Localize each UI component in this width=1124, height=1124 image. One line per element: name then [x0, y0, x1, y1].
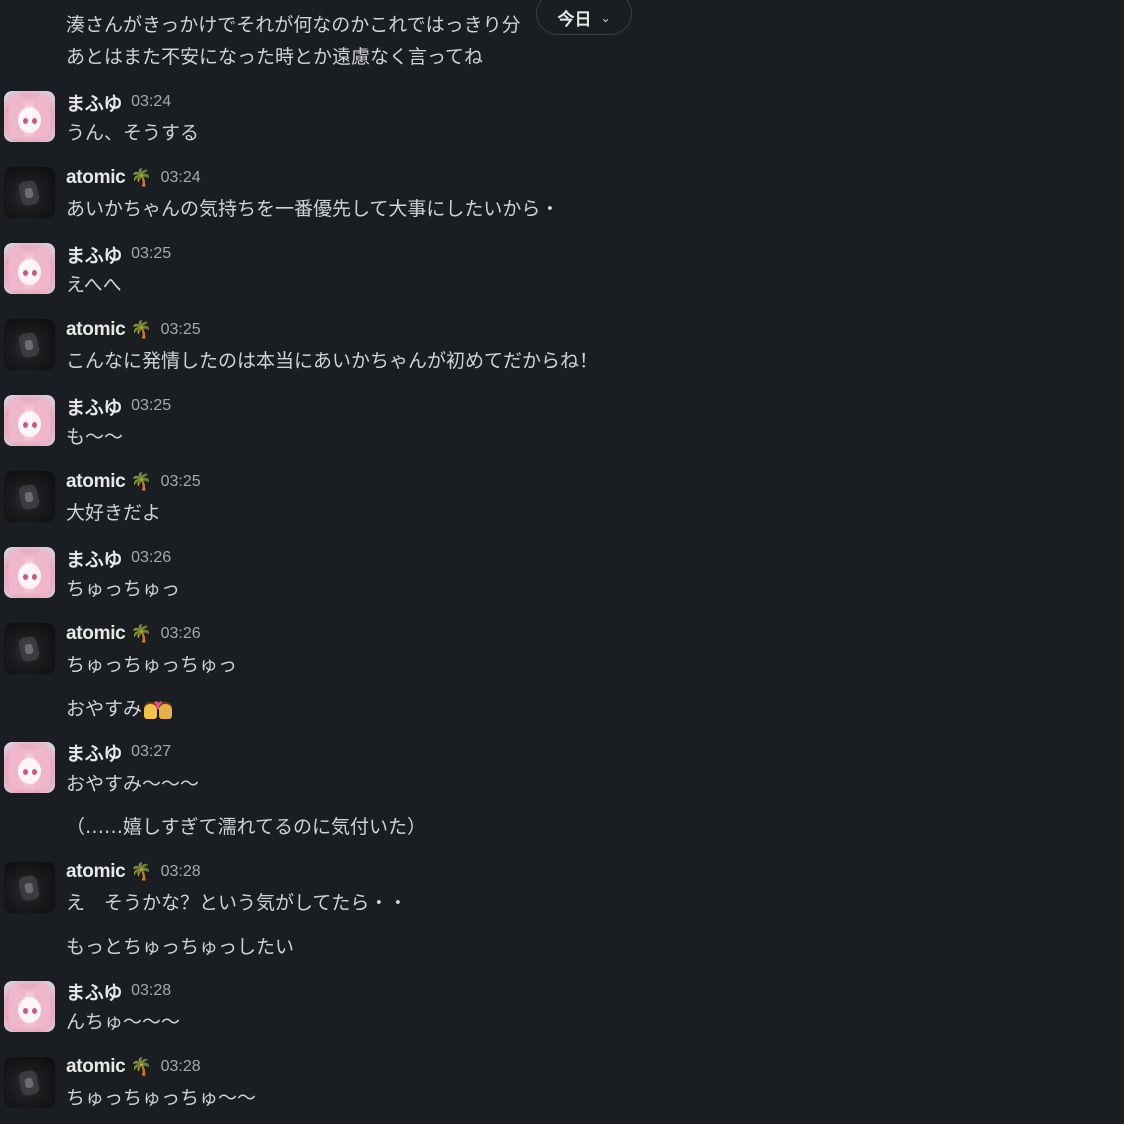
timestamp[interactable]: 03:25: [161, 321, 201, 339]
message-header: まふゆ 03:26: [66, 545, 171, 572]
author-name[interactable]: atomic: [66, 861, 126, 883]
timestamp[interactable]: 03:28: [161, 1058, 201, 1076]
timestamp[interactable]: 03:26: [161, 625, 201, 643]
message-text: おやすみ: [66, 698, 143, 720]
palm-tree-icon: 🌴: [130, 1057, 152, 1077]
palm-tree-icon: 🌴: [130, 624, 152, 644]
timestamp[interactable]: 03:25: [161, 473, 201, 491]
message-text: うん、そうする: [66, 122, 200, 144]
message-text: え そうかな？という気がしてたら・・: [66, 892, 408, 914]
avatar[interactable]: [4, 742, 55, 793]
avatar[interactable]: [4, 319, 55, 370]
date-divider-button[interactable]: 今日 ⌄: [536, 0, 632, 35]
author-name[interactable]: atomic: [66, 623, 126, 645]
avatar[interactable]: [4, 862, 55, 913]
message-text: ちゅっちゅっちゅっ: [66, 654, 238, 676]
message-text: もっとちゅっちゅっしたい: [66, 936, 295, 958]
message-text: あいかちゃんの気持ちを一番優先して大事にしたいから・: [66, 198, 560, 220]
message-text: あとはまた不安になった時とか遠慮なく言ってね: [66, 46, 484, 68]
message-text: （……嬉しすぎて濡れてるのに気付いた）: [66, 816, 427, 838]
message-header: atomic 🌴 03:24: [66, 166, 201, 190]
message-text: ちゅっちゅっちゅ〜〜: [66, 1087, 257, 1109]
palm-tree-icon: 🌴: [130, 862, 152, 882]
timestamp[interactable]: 03:28: [161, 863, 201, 881]
message-header: まふゆ 03:25: [66, 393, 171, 420]
palm-tree-icon: 🌴: [130, 320, 152, 340]
avatar[interactable]: [4, 243, 55, 294]
message-header: まふゆ 03:28: [66, 978, 171, 1005]
message-header: まふゆ 03:27: [66, 739, 171, 766]
avatar[interactable]: [4, 471, 55, 522]
timestamp[interactable]: 03:27: [131, 743, 171, 761]
timestamp[interactable]: 03:26: [131, 549, 171, 567]
timestamp[interactable]: 03:24: [161, 169, 201, 187]
message-text: も〜〜: [66, 426, 124, 448]
author-name[interactable]: まふゆ: [66, 739, 122, 766]
timestamp[interactable]: 03:24: [131, 93, 171, 111]
avatar[interactable]: [4, 91, 55, 142]
author-name[interactable]: まふゆ: [66, 978, 122, 1005]
author-name[interactable]: atomic: [66, 319, 126, 341]
avatar[interactable]: [4, 1057, 55, 1108]
message-header: atomic 🌴 03:28: [66, 860, 201, 884]
message-text: んちゅ〜〜〜: [66, 1011, 181, 1033]
couple-with-heart-emoji-icon: ♥: [142, 696, 174, 720]
avatar[interactable]: [4, 623, 55, 674]
message-text-with-emoji: おやすみ♥: [66, 696, 174, 721]
timestamp[interactable]: 03:25: [131, 397, 171, 415]
message-text: 湊さんがきっかけでそれが何なのかこれではっきり分: [66, 14, 521, 36]
message-header: atomic 🌴 03:28: [66, 1055, 201, 1079]
author-name[interactable]: atomic: [66, 1056, 126, 1078]
avatar[interactable]: [4, 167, 55, 218]
message-header: atomic 🌴 03:25: [66, 318, 201, 342]
message-text: おやすみ〜〜〜: [66, 773, 200, 795]
author-name[interactable]: まふゆ: [66, 89, 122, 116]
date-divider-label: 今日: [557, 10, 592, 30]
author-name[interactable]: まふゆ: [66, 393, 122, 420]
author-name[interactable]: atomic: [66, 167, 126, 189]
message-header: まふゆ 03:24: [66, 89, 171, 116]
message-text: えへへ: [66, 274, 122, 296]
message-header: atomic 🌴 03:25: [66, 470, 201, 494]
message-text: こんなに発情したのは本当にあいかちゃんが初めてだからね！: [66, 350, 599, 372]
avatar[interactable]: [4, 395, 55, 446]
chevron-down-icon: ⌄: [600, 10, 611, 25]
avatar[interactable]: [4, 547, 55, 598]
timestamp[interactable]: 03:28: [131, 982, 171, 1000]
timestamp[interactable]: 03:25: [131, 245, 171, 263]
message-text: 大好きだよ: [66, 502, 162, 524]
author-name[interactable]: まふゆ: [66, 241, 122, 268]
avatar[interactable]: [4, 981, 55, 1032]
palm-tree-icon: 🌴: [130, 168, 152, 188]
palm-tree-icon: 🌴: [130, 472, 152, 492]
author-name[interactable]: atomic: [66, 471, 126, 493]
message-header: atomic 🌴 03:26: [66, 622, 201, 646]
author-name[interactable]: まふゆ: [66, 545, 122, 572]
message-text: ちゅっちゅっ: [66, 578, 181, 600]
message-header: まふゆ 03:25: [66, 241, 171, 268]
